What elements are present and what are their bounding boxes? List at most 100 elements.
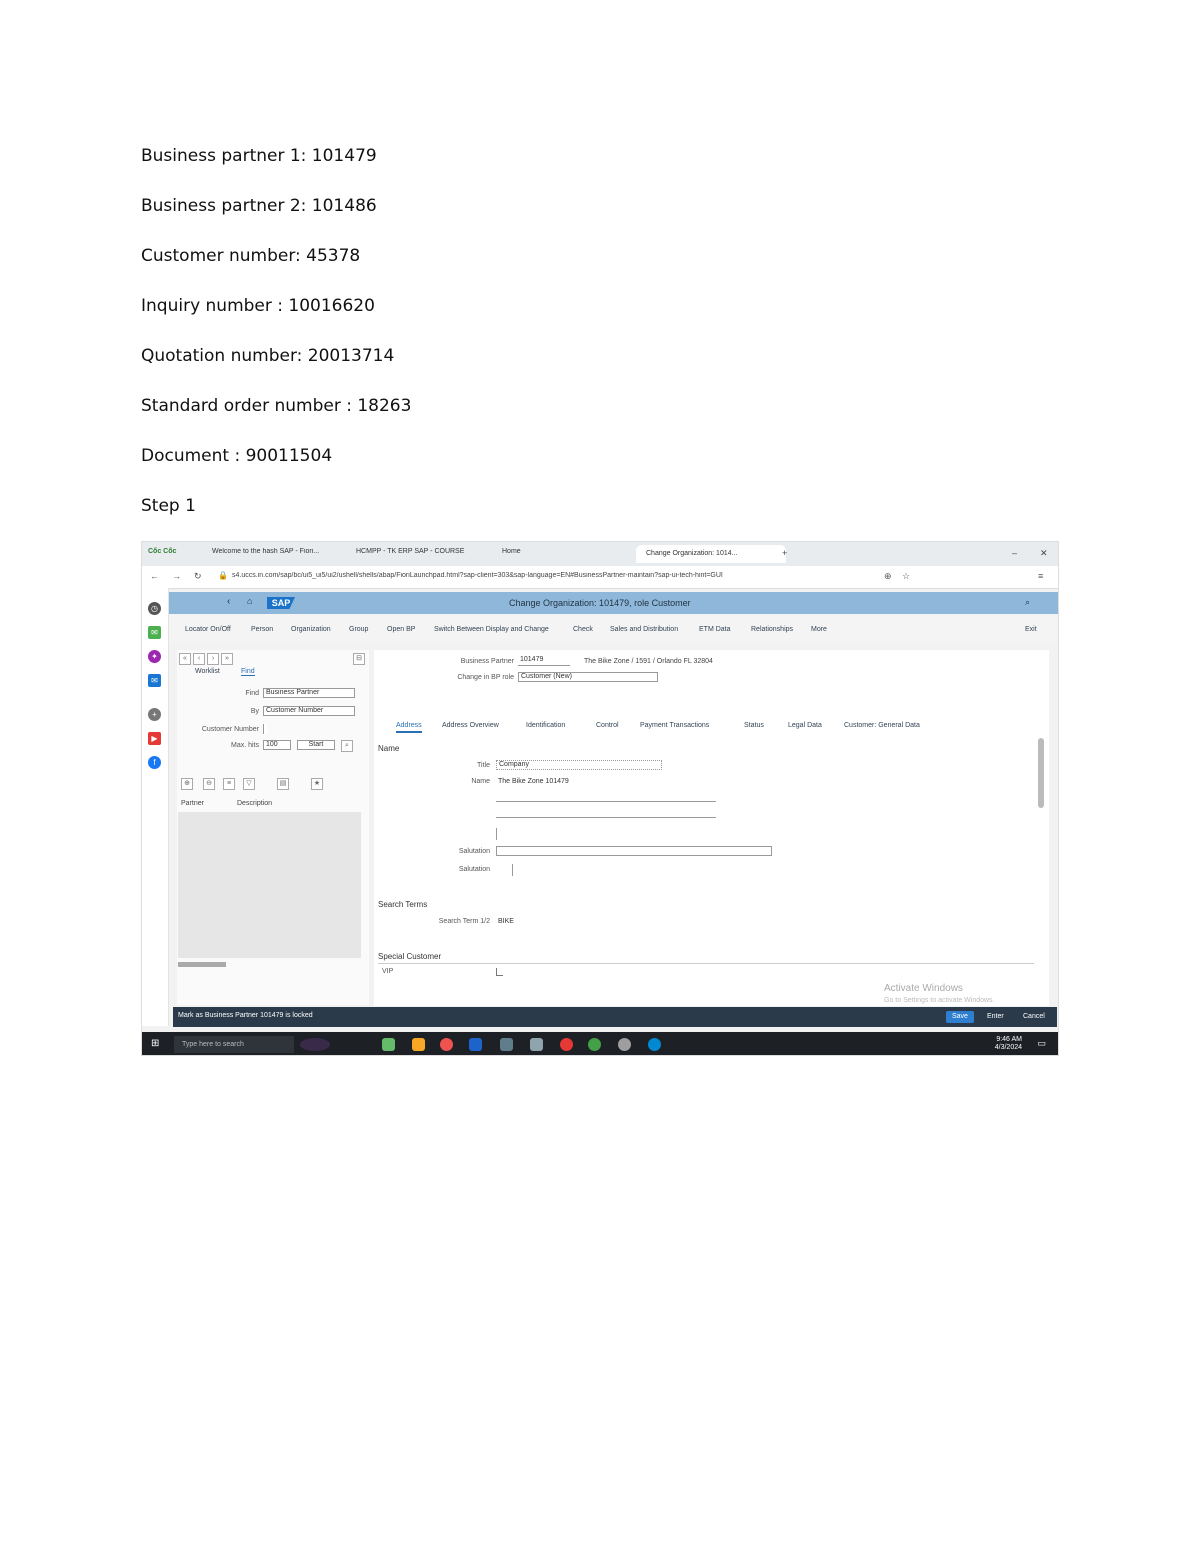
url-field[interactable]: s4.uccs.in.com/sap/bc/ui5_ui5/ui2/ushell… <box>232 572 852 579</box>
collapse-icon[interactable]: ⊟ <box>353 653 365 665</box>
menu-locator[interactable]: Locator On/Off <box>185 626 231 633</box>
bp-label: Business Partner <box>460 658 514 665</box>
word-icon[interactable] <box>469 1038 482 1051</box>
name-line-2[interactable] <box>496 800 716 802</box>
tab-address[interactable]: Address <box>396 722 422 733</box>
menu-switch[interactable]: Switch Between Display and Change <box>434 626 549 633</box>
menu-relationships[interactable]: Relationships <box>751 626 793 633</box>
menu-person[interactable]: Person <box>251 626 273 633</box>
col-description[interactable]: Description <box>237 800 272 807</box>
name-line-3[interactable] <box>496 816 716 818</box>
prev-icon[interactable]: ‹ <box>193 653 205 665</box>
camera-icon[interactable] <box>500 1038 513 1051</box>
coccoc-active-icon[interactable] <box>588 1038 601 1051</box>
grid-scrollbar[interactable] <box>178 962 226 967</box>
notification-icon[interactable]: ▭ <box>1037 1038 1046 1049</box>
role-select[interactable]: Customer (New) <box>518 672 658 682</box>
facebook-icon[interactable]: f <box>148 756 161 769</box>
by-select[interactable]: Customer Number <box>263 706 355 716</box>
sort-icon[interactable]: ≡ <box>223 778 235 790</box>
cancel-button[interactable]: Cancel <box>1017 1011 1051 1023</box>
enter-button[interactable]: Enter <box>981 1011 1010 1023</box>
tab-identification[interactable]: Identification <box>526 722 565 729</box>
name-line-4[interactable] <box>496 828 497 840</box>
search-small-icon[interactable]: ⌕ <box>341 740 353 752</box>
search-icon[interactable]: ⌕ <box>1025 597 1030 608</box>
news-widget-icon[interactable] <box>300 1038 330 1051</box>
reload-icon[interactable]: ↻ <box>194 571 202 582</box>
zoom-icon[interactable]: ⊕ <box>884 571 892 582</box>
sap-logo[interactable]: SAP <box>267 597 295 609</box>
menu-sales[interactable]: Sales and Distribution <box>610 626 678 633</box>
windows-start-icon[interactable]: ⊞ <box>151 1038 159 1049</box>
browser-menu-icon[interactable]: ≡ <box>1038 571 1043 581</box>
history-icon[interactable]: ◷ <box>148 602 161 615</box>
save-button[interactable]: Save <box>946 1011 974 1023</box>
browser-tab-1[interactable]: Welcome to the hash SAP - Fiori... <box>212 548 342 555</box>
tab-worklist[interactable]: Worklist <box>195 668 220 675</box>
forward-icon[interactable]: → <box>172 571 181 581</box>
add-icon[interactable]: + <box>148 708 161 721</box>
edge-icon[interactable] <box>648 1038 661 1051</box>
vip-checkbox[interactable] <box>496 968 503 976</box>
bp-input[interactable]: 101479 <box>518 656 570 666</box>
tab-payment[interactable]: Payment Transactions <box>640 722 709 729</box>
name-value[interactable]: The Bike Zone 101479 <box>498 778 569 785</box>
youtube-icon[interactable]: ▶ <box>148 732 161 745</box>
chat-icon[interactable]: ✉ <box>148 626 161 639</box>
zoom-in-icon[interactable]: ⊕ <box>181 778 193 790</box>
file-explorer-icon[interactable] <box>412 1038 425 1051</box>
browser-tab-active[interactable]: Change Organization: 1014... <box>636 545 786 563</box>
menu-more[interactable]: More <box>811 626 827 633</box>
layout-icon[interactable]: ▤ <box>277 778 289 790</box>
close-icon[interactable]: ✕ <box>1040 548 1048 559</box>
filter-icon[interactable]: ▽ <box>243 778 255 790</box>
menu-group[interactable]: Group <box>349 626 368 633</box>
menu-open-bp[interactable]: Open BP <box>387 626 415 633</box>
sap-page-title: Change Organization: 101479, role Custom… <box>509 598 691 608</box>
tab-control[interactable]: Control <box>596 722 619 729</box>
settings-icon[interactable] <box>618 1038 631 1051</box>
back-nav-icon[interactable]: ‹ <box>227 596 230 607</box>
taskbar-search[interactable]: Type here to search <box>174 1036 294 1053</box>
first-icon[interactable]: « <box>179 653 191 665</box>
col-partner[interactable]: Partner <box>181 800 204 807</box>
coccoc-icon[interactable] <box>382 1038 395 1051</box>
max-hits-input[interactable]: 100 <box>263 740 291 750</box>
salutation-input[interactable] <box>496 846 772 856</box>
menu-etm[interactable]: ETM Data <box>699 626 731 633</box>
new-tab-icon[interactable]: + <box>782 548 787 558</box>
customer-number-input[interactable] <box>263 724 267 734</box>
search-term-value[interactable]: BIKE <box>498 918 514 925</box>
zoom-out-icon[interactable]: ⊖ <box>203 778 215 790</box>
tab-status[interactable]: Status <box>744 722 764 729</box>
taskbar-clock[interactable]: 9:46 AM 4/3/2024 <box>995 1036 1022 1052</box>
browser-tab-3[interactable]: Home <box>502 548 521 555</box>
start-button[interactable]: Start <box>297 740 335 750</box>
favorite-icon[interactable]: ★ <box>311 778 323 790</box>
salutation2-label: Salutation <box>458 866 490 873</box>
tab-legal-data[interactable]: Legal Data <box>788 722 822 729</box>
menu-check[interactable]: Check <box>573 626 593 633</box>
salutation2-input[interactable] <box>512 864 513 876</box>
tab-customer-general[interactable]: Customer: General Data <box>844 722 920 729</box>
star-icon[interactable]: ☆ <box>902 571 910 582</box>
menu-exit[interactable]: Exit <box>1025 626 1037 633</box>
next-icon[interactable]: › <box>207 653 219 665</box>
browser-tab-2[interactable]: HCMPP - TK ERP SAP - COURSE <box>356 548 486 555</box>
menu-organization[interactable]: Organization <box>291 626 331 633</box>
chrome-icon[interactable] <box>440 1038 453 1051</box>
tab-address-overview[interactable]: Address Overview <box>442 722 499 729</box>
content-scrollbar[interactable] <box>1038 738 1044 808</box>
teams-icon[interactable] <box>530 1038 543 1051</box>
title-select[interactable]: Company <box>496 760 662 770</box>
minimize-icon[interactable]: – <box>1012 548 1017 558</box>
last-icon[interactable]: » <box>221 653 233 665</box>
chrome2-icon[interactable] <box>560 1038 573 1051</box>
mail-icon[interactable]: ✉ <box>148 674 161 687</box>
back-icon[interactable]: ← <box>150 571 159 581</box>
home-icon[interactable]: ⌂ <box>247 596 252 606</box>
find-select[interactable]: Business Partner <box>263 688 355 698</box>
messenger-icon[interactable]: ✦ <box>148 650 161 663</box>
tab-find[interactable]: Find <box>241 668 255 676</box>
